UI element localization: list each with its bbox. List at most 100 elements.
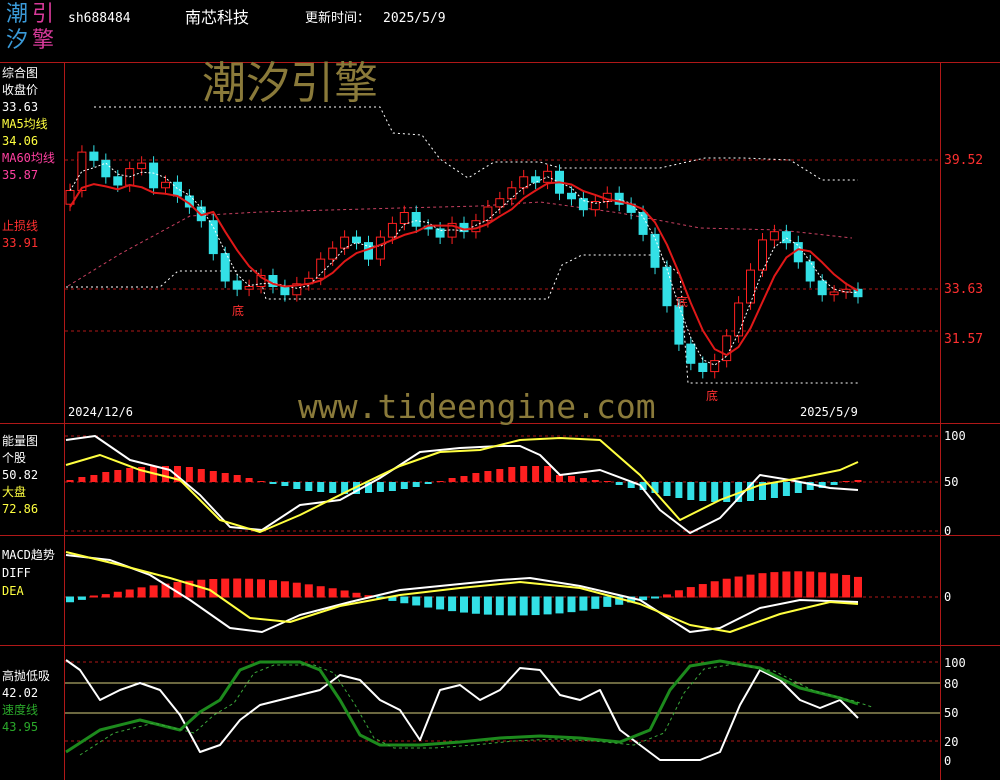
macd-dea-label: DEA [2,584,24,598]
gdxz-axis-tick: 80 [944,677,959,691]
macd-bar [543,596,552,615]
energy-axis-tick: 0 [944,524,952,538]
energy-bar [329,482,337,493]
panel-divider-2 [0,535,1000,536]
candle [352,236,361,244]
energy-bar [388,482,396,491]
bottom-marker: 底 [706,389,719,403]
energy-bar [376,482,384,492]
candle [387,222,397,238]
macd-bar [686,587,695,598]
brand-logo: 潮 引 汐 擎 [4,2,60,58]
macd-bar [269,580,277,598]
macd-bar [257,579,265,598]
main-axis-tick: 33.63 [944,282,984,297]
energy-market-value: 72.86 [2,502,39,516]
stock-name: 南芯科技 [185,8,250,27]
energy-bar [317,482,325,492]
candle [399,212,409,224]
candle [495,198,505,208]
candle [280,286,290,296]
macd-bar [579,596,588,611]
speed-value: 43.95 [2,720,39,734]
macd-bar [806,571,815,598]
candle [817,280,827,296]
energy-bar [532,466,540,482]
candle [411,212,421,227]
right-border [940,62,941,780]
macd-bar [663,594,671,598]
macd-diff-label: DIFF [2,566,31,580]
energy-bar [460,476,468,482]
energy-bar [842,481,850,482]
macd-bar [603,596,612,607]
panel-divider-3 [0,645,1000,646]
candle [137,162,147,170]
macd-bar [149,585,158,598]
energy-bar [90,475,98,482]
candle [149,162,159,189]
logo-char: 潮 [6,2,29,27]
candle [674,305,684,345]
update-label: 更新时间： [305,11,371,26]
macd-bar [746,574,755,598]
macd-bar [125,589,134,598]
candle [101,159,111,178]
candle [578,198,588,211]
watermark-title: 潮汐引擎 [202,58,378,109]
candle [567,192,576,200]
energy-bar [305,482,313,491]
macd-bar [101,594,110,598]
close-label: 收盘价 [2,83,39,97]
energy-bar [126,468,134,482]
macd-bar [567,596,576,613]
gdxz-axis-tick: 0 [944,754,952,768]
macd-bar [89,595,98,598]
energy-bar [209,471,217,482]
energy-axis-tick: 100 [944,429,966,443]
candle [161,181,170,189]
macd-bar [758,573,767,598]
energy-bar [711,482,719,502]
candle [698,362,708,372]
macd-title: MACD趋势 [2,548,55,562]
candle [244,286,254,290]
energy-stock-label: 个股 [2,451,27,465]
candle [173,181,182,197]
candle [89,151,99,161]
gdxz-title: 高抛低吸 [2,669,51,683]
logo-char: 引 [32,2,55,27]
candle [208,220,218,255]
macd-bar [460,596,468,613]
candle [232,280,242,290]
macd-bar [304,584,313,598]
candle [435,228,445,238]
energy-bar [687,482,695,500]
candle [686,343,696,364]
macd-bar [352,592,361,598]
energy-bar [770,482,778,498]
macd-bar [698,584,707,598]
candle [113,176,123,186]
energy-bar [424,482,432,484]
energy-axis-tick: 50 [944,475,959,489]
macd-bar [495,596,504,616]
ma5-value: 34.06 [2,134,39,148]
energy-bar [520,466,528,482]
macd-bar [66,596,74,603]
energy-bar [484,471,492,482]
close-value: 33.63 [2,100,39,114]
energy-bar [197,469,205,482]
candle [638,212,648,235]
macd-bar [77,596,86,600]
macd-bar [483,596,492,615]
macd-bar [854,576,862,598]
macd-bar [674,590,683,598]
energy-bar [412,482,420,487]
macd-bar [519,596,528,616]
macd-bar [782,571,791,598]
macd-bar [507,596,516,616]
header-divider [0,62,1000,63]
ma60-label: MA60均线 [2,151,55,165]
macd-bar [794,571,803,598]
